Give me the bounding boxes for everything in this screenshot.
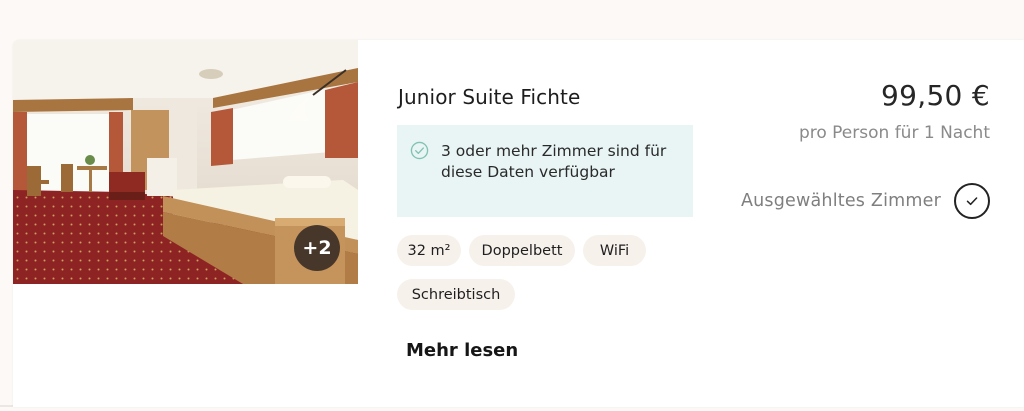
select-room-button[interactable] (954, 183, 990, 219)
price-note: pro Person für 1 Nacht (798, 123, 990, 143)
amenity-chip-size: 32 m² (397, 235, 461, 266)
room-title: Junior Suite Fichte (398, 85, 581, 109)
availability-notice: 3 oder mehr Zimmer sind für diese Daten … (397, 125, 693, 217)
check-circle-icon (410, 141, 429, 160)
room-card: +2 Junior Suite Fichte 3 oder mehr Zimme… (13, 40, 1024, 407)
selected-room-control: Ausgewähltes Zimmer (741, 183, 990, 219)
amenity-chip-wifi: WiFi (583, 235, 646, 266)
amenity-chip-bed: Doppelbett (469, 235, 575, 266)
availability-text: 3 oder mehr Zimmer sind für diese Daten … (441, 142, 667, 181)
amenity-chip-desk: Schreibtisch (397, 279, 515, 310)
room-price: 99,50 € (881, 79, 990, 112)
read-more-link[interactable]: Mehr lesen (406, 340, 518, 361)
room-photo[interactable]: +2 (13, 40, 358, 284)
selected-room-label: Ausgewähltes Zimmer (740, 191, 941, 211)
checkmark-icon (966, 197, 978, 206)
more-photos-badge[interactable]: +2 (294, 225, 340, 271)
